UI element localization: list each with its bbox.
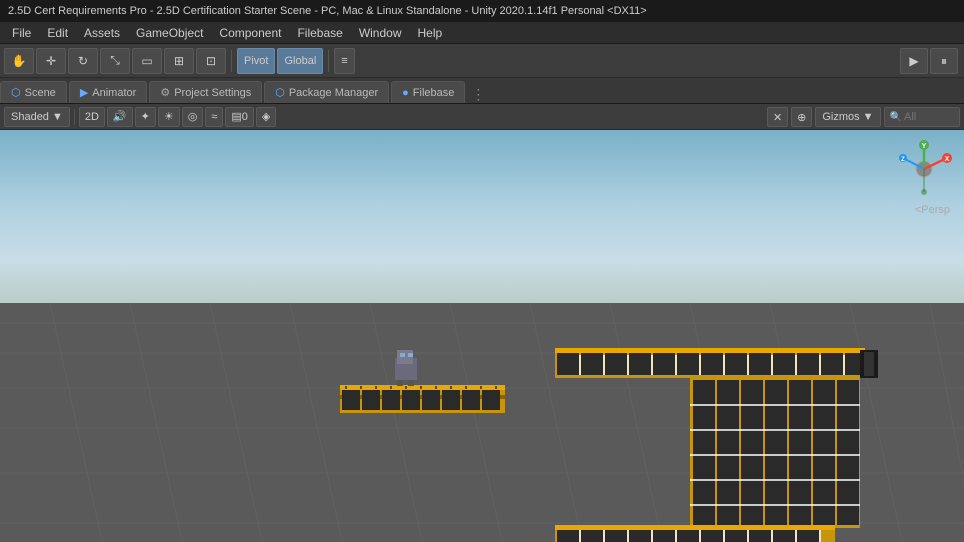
title-text: 2.5D Cert Requirements Pro - 2.5D Certif…: [8, 5, 647, 17]
fog-icon: ≈: [211, 111, 217, 123]
search-bar: 🔍: [884, 107, 960, 127]
rect-tool-btn[interactable]: ▭: [132, 48, 162, 74]
scene-lighting-btn[interactable]: ☀: [158, 107, 180, 127]
menu-bar: File Edit Assets GameObject Component Fi…: [0, 22, 964, 44]
svg-text:Y: Y: [922, 143, 927, 150]
gizmo-svg: Y X Z: [895, 140, 953, 198]
rotate-icon: ↻: [75, 53, 91, 69]
svg-text:X: X: [945, 156, 950, 163]
audio-icon: 🔊: [113, 110, 127, 123]
menu-window[interactable]: Window: [351, 24, 410, 42]
animated-materials-icon: ◈: [262, 110, 270, 123]
search-input[interactable]: [904, 111, 954, 123]
scene-options-btn[interactable]: ✕: [767, 107, 788, 127]
gizmos-label: Gizmos: [822, 111, 859, 123]
search-icon: 🔍: [890, 112, 902, 123]
shading-mode-label: Shaded: [11, 111, 49, 123]
skybox-icon: ◎: [188, 110, 198, 123]
tab-project-settings[interactable]: ⚙ Project Settings: [149, 81, 262, 103]
grid-counter-btn[interactable]: ▤0: [225, 107, 254, 127]
gizmos-dropdown[interactable]: Gizmos ▼: [815, 107, 880, 127]
menu-file[interactable]: File: [4, 24, 39, 42]
pivot-btn[interactable]: Pivot: [237, 48, 275, 74]
rotate-tool-btn[interactable]: ↻: [68, 48, 98, 74]
move-tool-btn[interactable]: ✛: [36, 48, 66, 74]
menu-gameobject[interactable]: GameObject: [128, 24, 211, 42]
tab-package-manager[interactable]: ⬡ Package Manager: [264, 81, 389, 103]
scene-view[interactable]: Y X Z <Persp: [0, 130, 964, 542]
project-settings-tab-icon: ⚙: [160, 86, 170, 99]
play-controls: ▶ ⏸: [900, 44, 964, 78]
title-bar: 2.5D Cert Requirements Pro - 2.5D Certif…: [0, 0, 964, 22]
menu-assets[interactable]: Assets: [76, 24, 128, 42]
separator-2: [328, 50, 329, 72]
2d-label: 2D: [85, 111, 99, 123]
tab-animator[interactable]: ▶ Animator: [69, 81, 148, 103]
global-label: Global: [284, 55, 316, 67]
scene-objects: [0, 130, 964, 542]
fx-icon: ✦: [141, 110, 150, 123]
transform-icon: ⊞: [171, 53, 187, 69]
scene-sep-1: [74, 109, 75, 125]
separator-1: [231, 50, 232, 72]
scene-tab-icon: ⬡: [11, 86, 21, 99]
move-icon: ✛: [43, 53, 59, 69]
project-settings-tab-label: Project Settings: [174, 87, 251, 99]
filebase-tab-icon: ●: [402, 87, 409, 99]
shading-chevron-icon: ▼: [52, 111, 63, 123]
transform-tool-btn[interactable]: ⊞: [164, 48, 194, 74]
audio-btn[interactable]: 🔊: [107, 107, 133, 127]
play-icon: ▶: [909, 54, 918, 68]
options-icon: ✕: [773, 111, 782, 124]
scene-lock-btn[interactable]: ⊕: [791, 107, 812, 127]
svg-text:Z: Z: [901, 157, 905, 163]
package-manager-tab-label: Package Manager: [289, 87, 378, 99]
hand-icon: ✋: [11, 53, 27, 69]
play-button[interactable]: ▶: [900, 48, 928, 74]
scene-toolbar: Shaded ▼ 2D 🔊 ✦ ☀ ◎ ≈ ▤0 ◈ ✕: [0, 104, 964, 130]
scene-tab-label: Scene: [25, 87, 56, 99]
lock-icon: ⊕: [797, 111, 806, 124]
animated-materials-btn[interactable]: ◈: [256, 107, 276, 127]
tab-filebase[interactable]: ● Filebase: [391, 81, 465, 103]
persp-label: <Persp: [915, 204, 950, 216]
pivot-label: Pivot: [244, 55, 268, 67]
pause-button[interactable]: ⏸: [930, 48, 958, 74]
main-area: Shaded ▼ 2D 🔊 ✦ ☀ ◎ ≈ ▤0 ◈ ✕: [0, 104, 964, 542]
package-manager-tab-icon: ⬡: [275, 86, 285, 99]
animator-tab-label: Animator: [92, 87, 136, 99]
gizmo-compass: Y X Z: [894, 140, 954, 210]
skybox-btn[interactable]: ◎: [182, 107, 204, 127]
custom-icon: ⊡: [203, 53, 219, 69]
2d-mode-btn[interactable]: 2D: [79, 107, 105, 127]
pause-icon: ⏸: [941, 54, 947, 69]
menu-component[interactable]: Component: [211, 24, 289, 42]
animator-tab-icon: ▶: [80, 86, 88, 99]
scale-tool-btn[interactable]: ⤡: [100, 48, 130, 74]
layers-icon: ≡: [341, 55, 347, 67]
tab-bar: ⬡ Scene ▶ Animator ⚙ Project Settings ⬡ …: [0, 78, 964, 104]
menu-filebase[interactable]: Filebase: [289, 24, 350, 42]
hand-tool-btn[interactable]: ✋: [4, 48, 34, 74]
tab-menu-btn[interactable]: ⋮: [467, 86, 489, 103]
global-btn[interactable]: Global: [277, 48, 323, 74]
grid-counter-label: ▤0: [231, 110, 248, 123]
gizmos-chevron-icon: ▼: [863, 111, 874, 123]
menu-help[interactable]: Help: [410, 24, 451, 42]
fx-btn[interactable]: ✦: [135, 107, 156, 127]
scale-icon: ⤡: [107, 53, 123, 69]
shading-mode-dropdown[interactable]: Shaded ▼: [4, 107, 70, 127]
fog-btn[interactable]: ≈: [205, 107, 223, 127]
custom-tool-btn[interactable]: ⊡: [196, 48, 226, 74]
layers-btn[interactable]: ≡: [334, 48, 354, 74]
filebase-tab-label: Filebase: [413, 87, 455, 99]
rect-icon: ▭: [139, 53, 155, 69]
tab-scene[interactable]: ⬡ Scene: [0, 81, 67, 103]
toolbar: ✋ ✛ ↻ ⤡ ▭ ⊞ ⊡ Pivot Global ≡ ▶ ⏸: [0, 44, 964, 78]
lighting-icon: ☀: [164, 110, 174, 123]
menu-edit[interactable]: Edit: [39, 24, 76, 42]
